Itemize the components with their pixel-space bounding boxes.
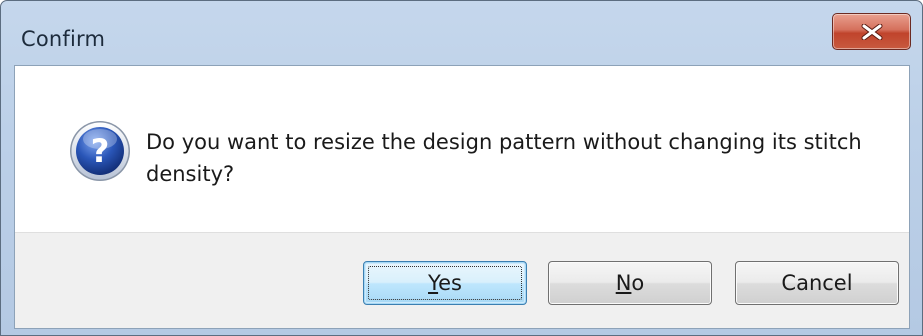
focus-ring <box>368 266 522 300</box>
yes-button[interactable]: Yes <box>363 261 527 305</box>
svg-text:?: ? <box>91 132 110 170</box>
message-area: ? Do you want to resize the design patte… <box>15 66 909 232</box>
question-icon: ? <box>70 121 130 181</box>
cancel-button-label: Cancel <box>781 271 853 295</box>
no-button-label: No <box>615 271 645 295</box>
window-title: Confirm <box>21 27 106 51</box>
button-bar: Yes No Cancel <box>15 232 909 328</box>
close-button[interactable] <box>832 13 911 50</box>
no-button[interactable]: No <box>548 261 712 305</box>
cancel-button[interactable]: Cancel <box>735 261 899 305</box>
dialog-client-area: ? Do you want to resize the design patte… <box>14 65 910 329</box>
confirm-message: Do you want to resize the design pattern… <box>146 130 862 186</box>
close-icon <box>861 24 883 40</box>
confirm-dialog-window: Confirm ? Do you want to resize the desi… <box>0 0 923 336</box>
title-bar[interactable]: Confirm <box>1 1 922 65</box>
